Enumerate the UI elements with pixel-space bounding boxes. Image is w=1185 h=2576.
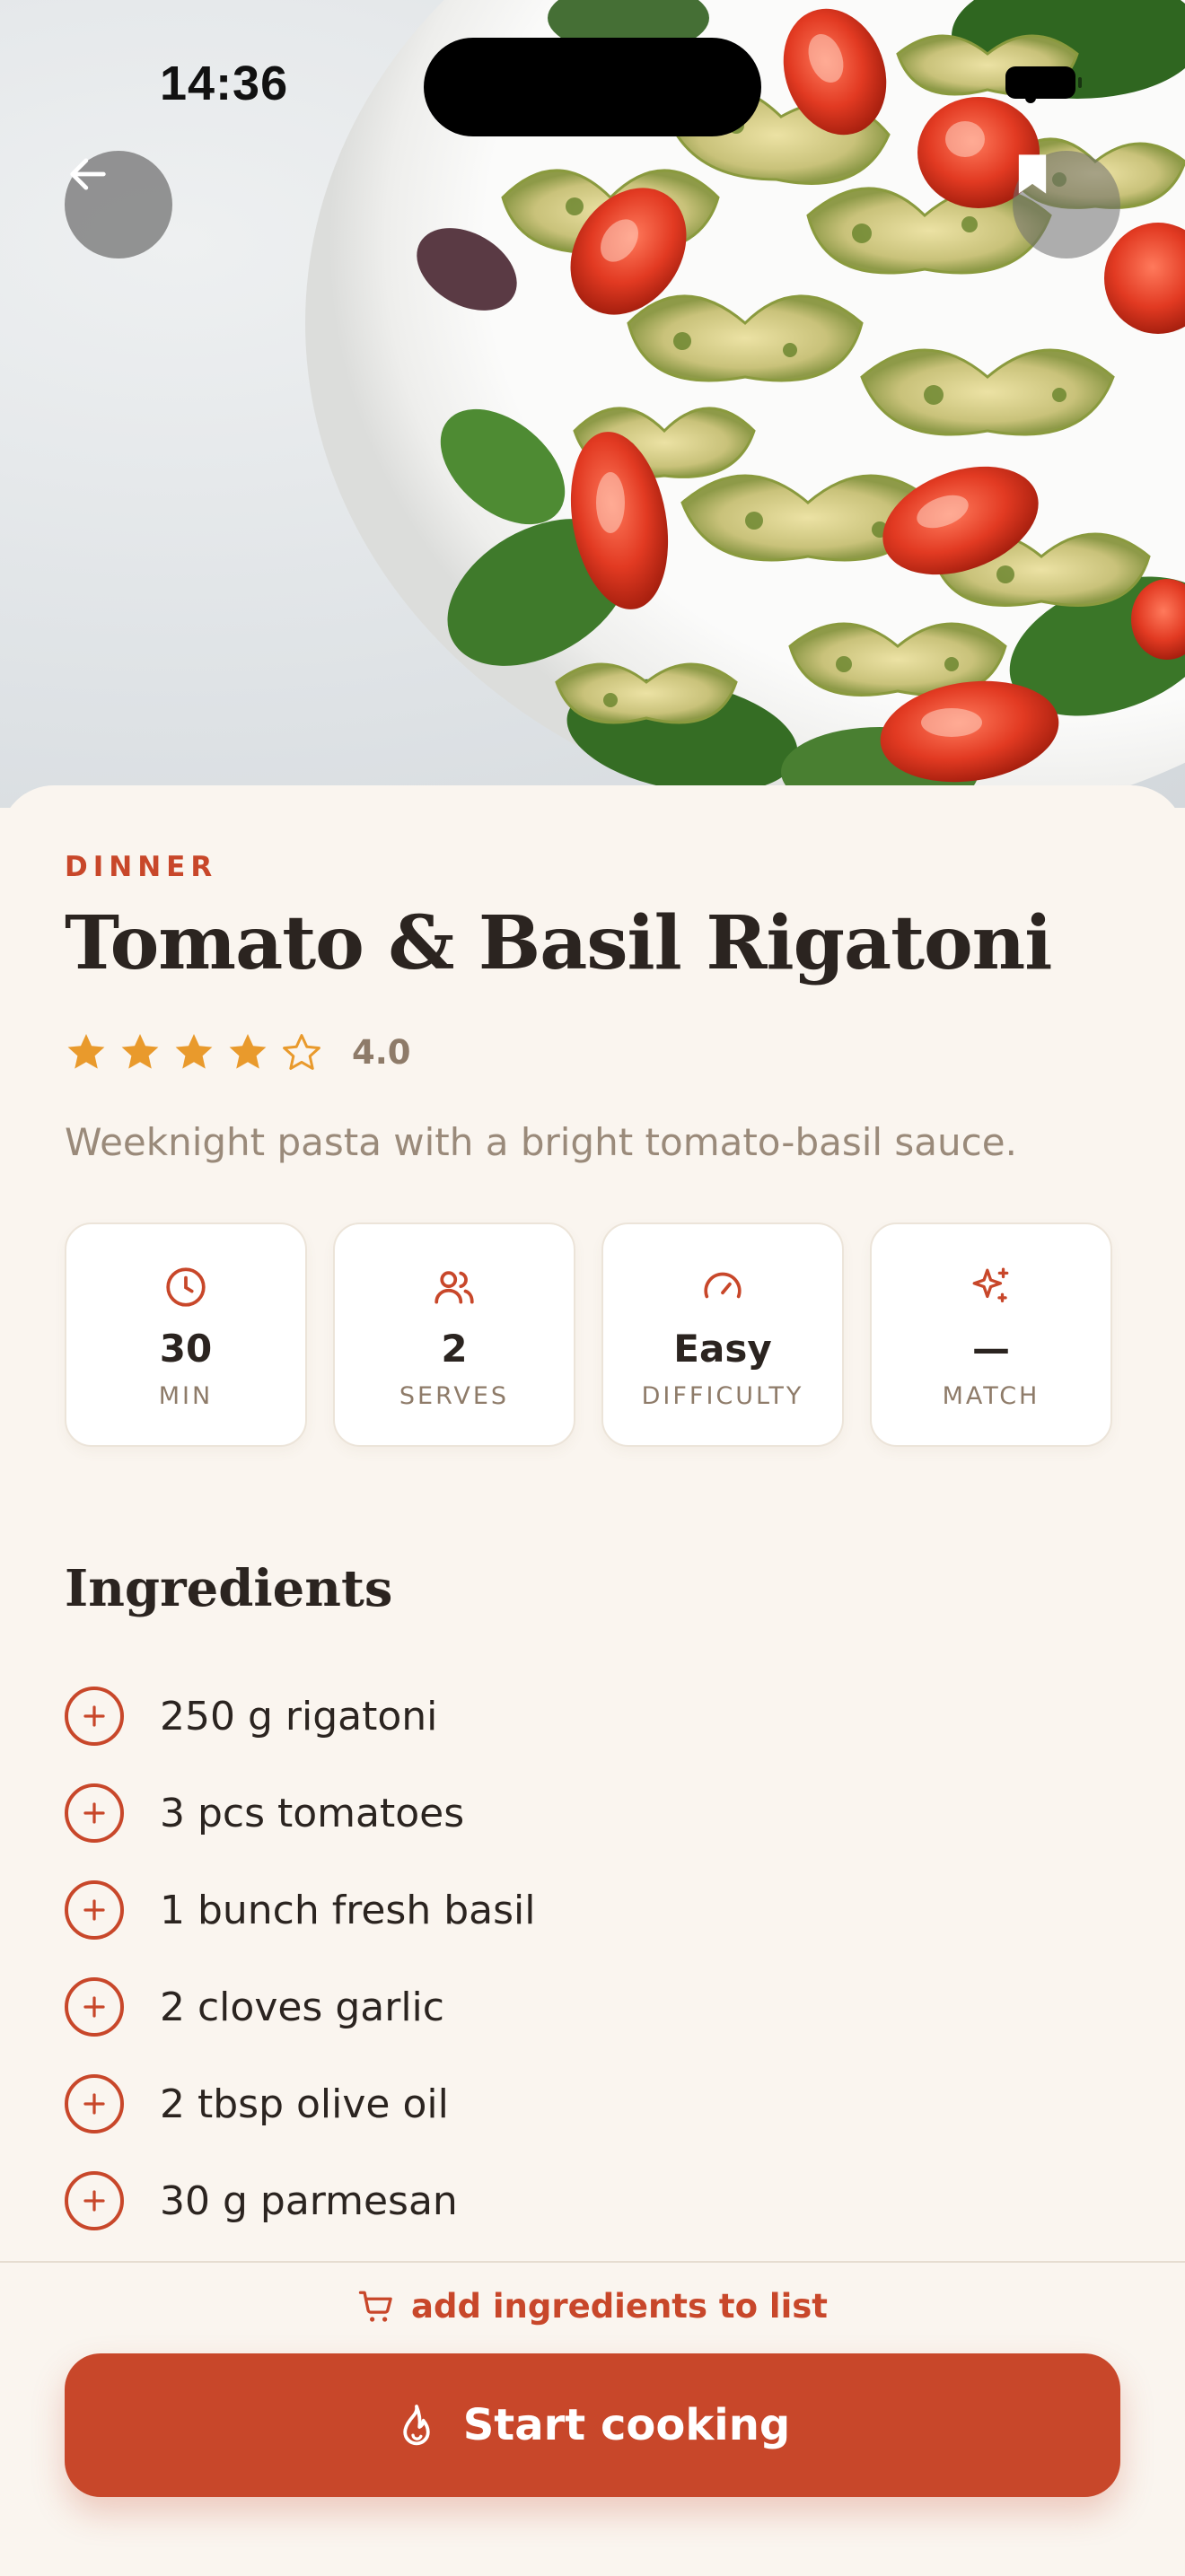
stat-label: SERVES [399,1382,510,1410]
stat-time: 30 MIN [65,1222,307,1447]
add-ingredients-link[interactable]: add ingredients to list [0,2287,1185,2326]
plus-icon [83,1802,105,1824]
gauge-icon [704,1272,742,1299]
start-cooking-button[interactable]: Start cooking [65,2353,1120,2497]
stat-label: MATCH [942,1382,1040,1410]
plus-icon [83,1705,105,1727]
start-cooking-label: Start cooking [462,2400,791,2450]
plus-icon [83,1899,105,1921]
add-ingredients-label: add ingredients to list [411,2287,828,2326]
recipe-title: Tomato & Basil Rigatoni [65,900,1052,986]
list-item: 1 bunch fresh basil [65,1862,536,1958]
ingredient-label: 2 cloves garlic [160,1984,444,2030]
back-button[interactable] [65,151,172,258]
stat-label: DIFFICULTY [641,1382,804,1410]
ingredient-label: 250 g rigatoni [160,1693,438,1739]
stat-match: — MATCH [870,1222,1112,1447]
status-icons [1005,66,1082,103]
list-item: 2 tbsp olive oil [65,2055,536,2152]
flame-icon [403,2405,430,2446]
ingredient-label: 2 tbsp olive oil [160,2081,449,2127]
battery-icon [1005,66,1082,99]
stats-row: 30 MIN 2 SERVES Easy DIFFICULTY — MATCH [65,1222,1112,1447]
stat-value: — [972,1327,1010,1371]
star-filled-icon [67,1034,105,1069]
recipe-description: Weeknight pasta with a bright tomato-bas… [65,1120,1017,1164]
sparkle-icon [972,1267,1009,1303]
ingredients-title: Ingredients [65,1559,393,1618]
cart-icon [358,2291,392,2322]
star-filled-icon [229,1034,267,1069]
star-filled-icon [121,1034,159,1069]
ingredient-label: 1 bunch fresh basil [160,1887,536,1933]
status-time: 14:36 [160,57,289,110]
arrow-left-icon [70,158,106,190]
add-ingredient-button[interactable] [65,1783,124,1843]
add-ingredient-button[interactable] [65,2171,124,2230]
plus-icon [83,2190,105,2212]
plus-icon [83,2093,105,2115]
clock-icon [166,1267,206,1307]
recipe-category: DINNER [65,851,218,883]
rating-value: 4.0 [352,1032,411,1072]
stat-value: 30 [159,1327,213,1371]
ingredient-list: 250 g rigatoni 3 pcs tomatoes 1 bunch fr… [65,1668,536,2249]
plus-icon [83,1996,105,2018]
stat-label: MIN [158,1382,214,1410]
list-item: 2 cloves garlic [65,1958,536,2055]
stat-value: 2 [441,1327,468,1371]
add-ingredient-button[interactable] [65,1880,124,1940]
rating: 4.0 [65,1030,411,1073]
list-item: 3 pcs tomatoes [65,1765,536,1862]
stat-difficulty: Easy DIFFICULTY [601,1222,844,1447]
add-ingredient-button[interactable] [65,1687,124,1746]
list-item: 30 g parmesan [65,2152,536,2249]
stat-serves: 2 SERVES [333,1222,575,1447]
bookmark-button[interactable] [1013,151,1120,258]
ingredient-label: 30 g parmesan [160,2177,458,2224]
add-ingredient-button[interactable] [65,1977,124,2037]
stat-value: Easy [673,1327,772,1371]
dynamic-island [424,38,761,136]
bookmark-icon [1018,154,1047,194]
users-icon [434,1271,474,1304]
star-filled-icon [175,1034,213,1069]
add-ingredient-button[interactable] [65,2074,124,2134]
list-item: 250 g rigatoni [65,1668,536,1765]
star-outline-icon [283,1034,320,1070]
hero-image: 14:36 [0,0,1185,808]
ingredient-label: 3 pcs tomatoes [160,1790,465,1836]
